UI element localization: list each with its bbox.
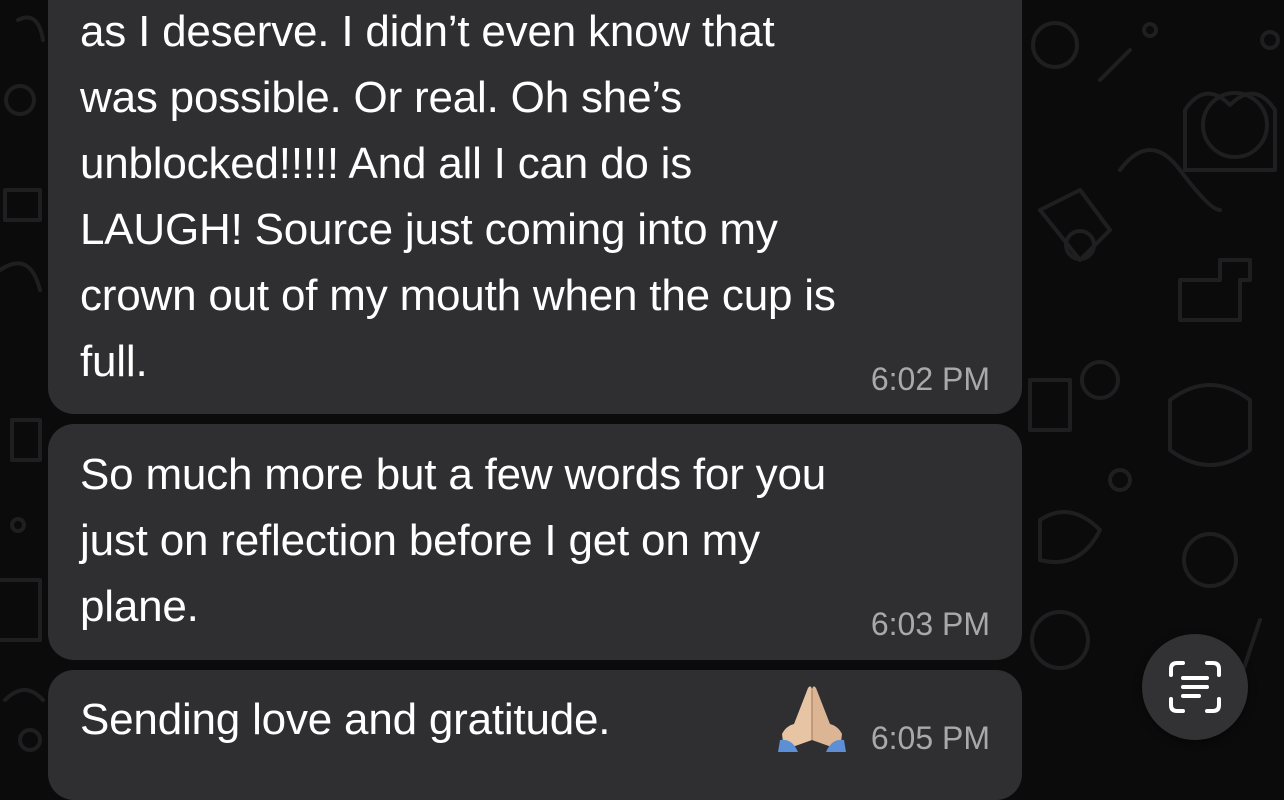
message-timestamp: 6:02 PM — [870, 361, 990, 397]
live-text-button[interactable] — [1142, 634, 1248, 740]
message-bubble[interactable]: as I deserve. I didn’t even know that wa… — [48, 0, 1022, 414]
message-text: So much more but a few words for you jus… — [80, 450, 827, 631]
folded-hands-emoji — [778, 686, 846, 752]
message-text: Sending love and gratitude. — [80, 695, 611, 744]
message-bubble[interactable]: So much more but a few words for you jus… — [48, 424, 1022, 660]
message-timestamp: 6:03 PM — [870, 606, 990, 642]
live-text-scan-icon — [1169, 661, 1221, 713]
message-timestamp: 6:05 PM — [870, 720, 990, 756]
message-text: as I deserve. I didn’t even know that wa… — [80, 7, 836, 386]
message-bubble[interactable]: Sending love and gratitude. 6:05 PM — [48, 670, 1022, 800]
